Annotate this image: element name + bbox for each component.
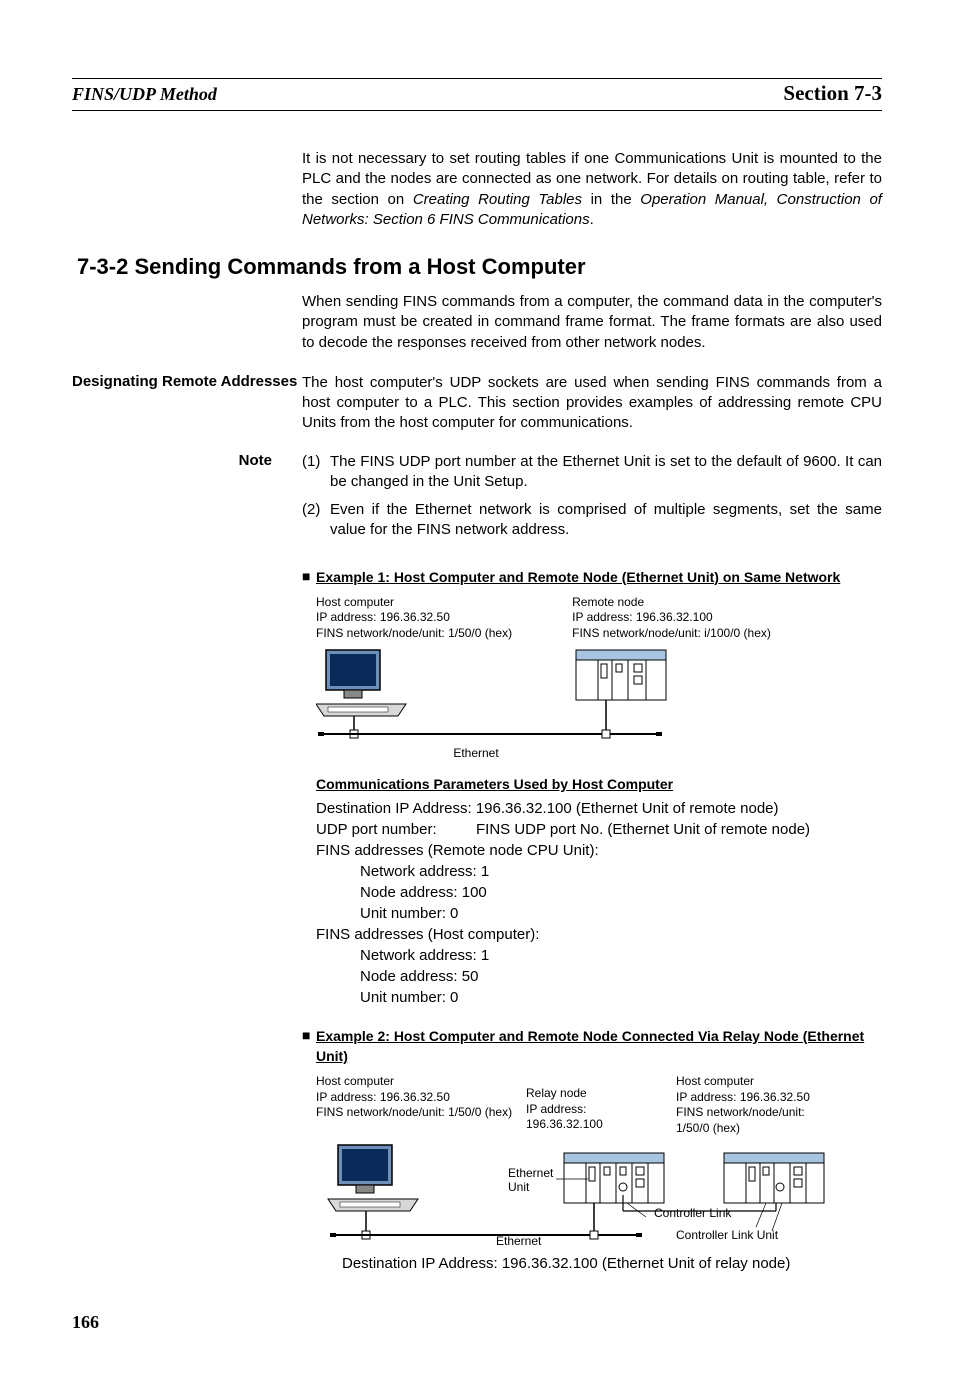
comm-l9: Node address: 50 (360, 966, 882, 987)
comm-params: Destination IP Address: 196.36.32.100 (E… (316, 798, 882, 1008)
comm-l5: Node address: 100 (360, 882, 882, 903)
section-heading: 7-3-2 Sending Commands from a Host Compu… (77, 254, 882, 280)
ex2-clink-svg: Controller Link (654, 1206, 732, 1220)
comm-l4: Network address: 1 (360, 861, 882, 882)
comm-l8: Network address: 1 (360, 945, 882, 966)
ex2-ethernet-svg: Ethernet (496, 1234, 542, 1247)
comm-l1: Destination IP Address: 196.36.32.100 (E… (316, 798, 882, 819)
svg-text:Unit: Unit (508, 1180, 530, 1194)
ex1-ethernet-label: Ethernet (376, 746, 576, 760)
note-item-2: (2) Even if the Ethernet network is comp… (302, 500, 882, 541)
ex2-svg: Ethernet Unit Ethernet Controller Link C… (316, 1137, 896, 1247)
section-para: When sending FINS commands from a comput… (302, 292, 882, 353)
comm-l6: Unit number: 0 (360, 903, 882, 924)
bullet-icon: ■ (302, 567, 316, 587)
intro-end: . (590, 211, 594, 228)
note-text-2: Even if the Ethernet network is comprise… (330, 500, 882, 541)
note-num-1: (1) (302, 452, 330, 493)
bullet-icon-2: ■ (302, 1026, 316, 1067)
ex1-remote-l3: FINS network/node/unit: i/100/0 (hex) (572, 626, 771, 642)
comm-l2a: UDP port number: (316, 819, 476, 840)
ex2-relay-l2: IP address: (526, 1102, 676, 1118)
ex2-relay-l1: Relay node (526, 1086, 676, 1102)
ex2-host-l2: IP address: 196.36.32.50 (316, 1090, 526, 1106)
sidebar-designating: Designating Remote Addresses (72, 373, 302, 434)
ex1-host-l1: Host computer (316, 595, 512, 611)
designating-para: The host computer's UDP sockets are used… (302, 373, 882, 434)
note-label: Note (72, 452, 302, 549)
ex1-host-l2: IP address: 196.36.32.50 (316, 610, 512, 626)
intro-italic1: Creating Routing Tables (413, 191, 582, 208)
page-number: 166 (72, 1312, 882, 1333)
ex2-dest: Destination IP Address: 196.36.32.100 (E… (342, 1255, 882, 1272)
example1-title: Example 1: Host Computer and Remote Node… (316, 567, 840, 587)
ex2-host2-l2: IP address: 196.36.32.50 (676, 1090, 856, 1106)
ex2-host2-l3: FINS network/node/unit: (676, 1105, 856, 1121)
note-item-1: (1) The FINS UDP port number at the Ethe… (302, 452, 882, 493)
header-left: FINS/UDP Method (72, 84, 217, 105)
ex2-host-l1: Host computer (316, 1074, 526, 1090)
ex2-host-l3: FINS network/node/unit: 1/50/0 (hex) (316, 1105, 526, 1121)
example2-diagram: Host computer IP address: 196.36.32.50 F… (316, 1074, 882, 1246)
ex1-remote-l2: IP address: 196.36.32.100 (572, 610, 771, 626)
example1-diagram: Host computer IP address: 196.36.32.50 F… (316, 595, 882, 760)
example2-title: Example 2: Host Computer and Remote Node… (316, 1026, 882, 1067)
comm-l7: FINS addresses (Host computer): (316, 924, 882, 945)
comm-l10: Unit number: 0 (360, 987, 882, 1008)
header-right: Section 7-3 (783, 81, 882, 106)
intro-paragraph: It is not necessary to set routing table… (302, 149, 882, 230)
header-rule-top (72, 78, 882, 79)
ex2-eth-unit-svg: Ethernet (508, 1166, 554, 1180)
comm-title: Communications Parameters Used by Host C… (316, 776, 882, 792)
ex1-host-l3: FINS network/node/unit: 1/50/0 (hex) (316, 626, 512, 642)
ex2-host2-l1: Host computer (676, 1074, 856, 1090)
header-rule-bottom (72, 110, 882, 111)
note-num-2: (2) (302, 500, 330, 541)
comm-l2b: FINS UDP port No. (Ethernet Unit of remo… (476, 819, 810, 840)
comm-l3: FINS addresses (Remote node CPU Unit): (316, 840, 882, 861)
ex2-relay-l3: 196.36.32.100 (526, 1117, 676, 1133)
ex2-host2-l4: 1/50/0 (hex) (676, 1121, 856, 1137)
ex1-svg (316, 642, 876, 742)
ex2-clink-unit-svg: Controller Link Unit (676, 1228, 779, 1242)
ex1-remote-l1: Remote node (572, 595, 771, 611)
header-row: FINS/UDP Method Section 7-3 (72, 81, 882, 106)
intro-mid: in the (582, 191, 640, 208)
note-text-1: The FINS UDP port number at the Ethernet… (330, 452, 882, 493)
